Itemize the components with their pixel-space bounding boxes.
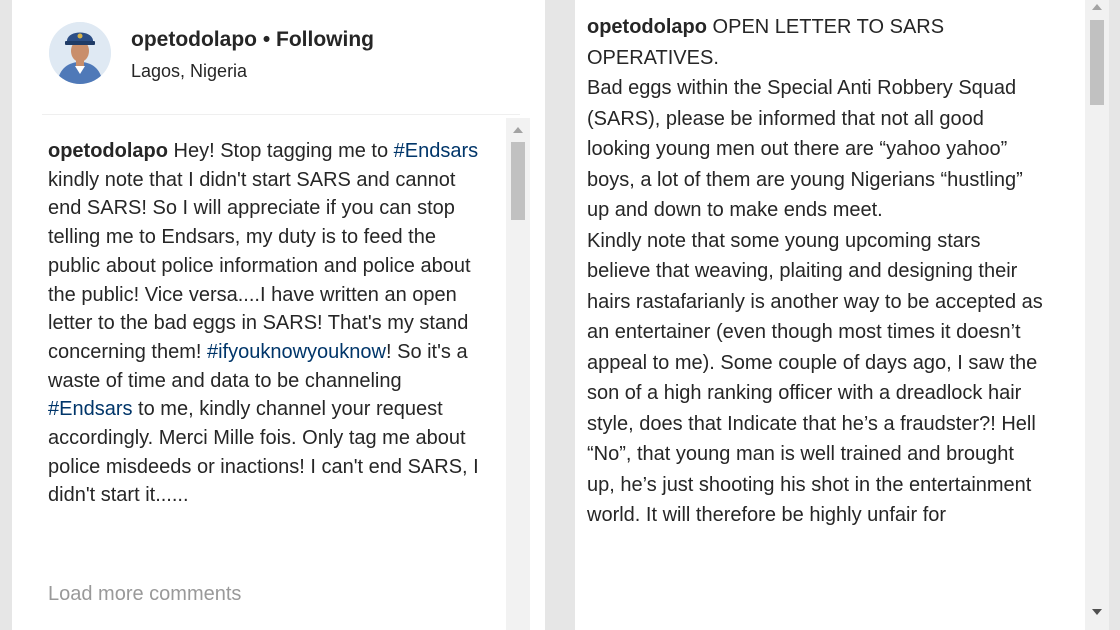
scrollbar-thumb[interactable] [511, 142, 525, 220]
caption-author[interactable]: opetodolapo [587, 16, 707, 38]
hashtag-link[interactable]: #ifyouknowyouknow [207, 341, 386, 363]
hashtag-link[interactable]: #Endsars [394, 140, 479, 162]
comments-scrollbar[interactable] [506, 118, 530, 630]
post-location[interactable]: Lagos, Nigeria [131, 61, 247, 82]
load-more-comments-link[interactable]: Load more comments [48, 583, 241, 606]
comment-text: kindly note that I didn't start SARS and… [48, 168, 471, 363]
caption-paragraph: Bad eggs within the Special Anti Robbery… [587, 77, 1023, 221]
caption-scrollbar[interactable] [1085, 0, 1109, 630]
scroll-up-arrow-icon[interactable] [513, 127, 523, 133]
hashtag-link[interactable]: #Endsars [48, 398, 133, 420]
post-caption: opetodolapo OPEN LETTER TO SARS OPERATIV… [587, 12, 1045, 531]
following-button[interactable]: Following [276, 28, 374, 51]
post-header: opetodolapo • Following Lagos, Nigeria [12, 0, 545, 114]
caption-paragraph: Kindly note that some young upcoming sta… [587, 229, 1043, 527]
comment-text: Hey! Stop tagging me to [167, 140, 394, 162]
comment-author[interactable]: opetodolapo [48, 140, 168, 162]
scroll-down-arrow-icon[interactable] [1092, 609, 1102, 615]
header-divider [42, 114, 520, 115]
post-author-username[interactable]: opetodolapo [131, 28, 257, 51]
right-background-strip [1109, 0, 1120, 630]
avatar[interactable] [49, 22, 111, 84]
separator-dot: • [262, 28, 271, 51]
post-comments-panel: opetodolapo • Following Lagos, Nigeria o… [12, 0, 545, 630]
left-background-strip [0, 0, 12, 630]
police-officer-avatar-icon [49, 22, 111, 84]
post-author-row: opetodolapo • Following [131, 28, 374, 52]
panel-gap [545, 0, 575, 630]
comment-item: opetodolapo Hey! Stop tagging me to #End… [48, 137, 488, 510]
scrollbar-thumb[interactable] [1090, 20, 1104, 105]
scroll-up-arrow-icon[interactable] [1092, 4, 1102, 10]
caption-panel: opetodolapo OPEN LETTER TO SARS OPERATIV… [575, 0, 1085, 630]
